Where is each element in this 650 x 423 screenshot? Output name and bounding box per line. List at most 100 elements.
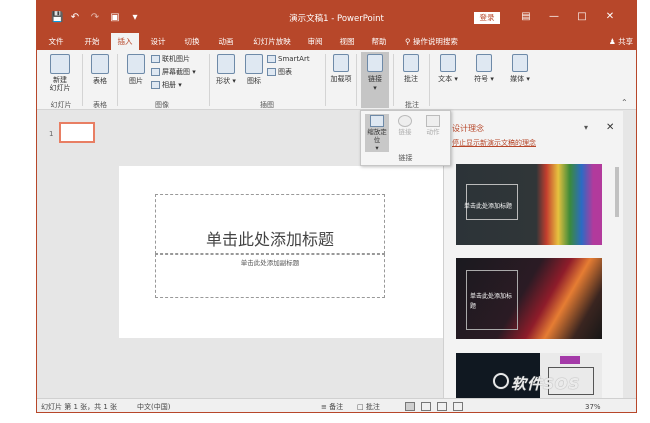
stop-ideas-link[interactable]: 停止显示新演示文稿的理念 <box>452 138 536 148</box>
table-label: 表格 <box>93 77 107 85</box>
group-images-label: 图像 <box>155 101 169 109</box>
media-button[interactable]: 媒体 ▾ <box>507 54 533 84</box>
tell-me-label: 操作说明搜索 <box>412 37 458 46</box>
slide-count: 幻灯片 第 1 张，共 1 张 <box>41 403 118 411</box>
text-button[interactable]: 文本 ▾ <box>435 54 461 84</box>
link-icon <box>367 54 383 72</box>
media-label: 媒体 <box>510 75 525 83</box>
subtitle-placeholder[interactable]: 单击此处添加副标题 <box>155 254 385 298</box>
design-idea-2[interactable]: 单击此处添加标 题 <box>456 258 602 339</box>
link-label: 链接 <box>368 75 382 83</box>
tab-view[interactable]: 视图 <box>335 33 359 50</box>
speaker-icon <box>512 54 528 72</box>
tab-slideshow[interactable]: 幻灯片放映 <box>249 33 295 50</box>
notes-label: 备注 <box>329 403 344 411</box>
picture-icon <box>127 54 145 74</box>
watermark-text: 软件SOS <box>511 375 581 393</box>
minimize-icon[interactable]: — <box>547 10 561 24</box>
share-button[interactable]: ♟ 共享 <box>609 33 633 50</box>
ribbon-display-icon[interactable]: ▤ <box>519 10 533 24</box>
action-label: 动作 <box>426 128 440 136</box>
tab-help[interactable]: 帮助 <box>367 33 391 50</box>
close-icon[interactable]: ✕ <box>603 10 617 24</box>
scrollbar-thumb[interactable] <box>615 167 619 217</box>
slide-canvas[interactable]: 单击此处添加标题 单击此处添加副标题 <box>119 166 445 338</box>
new-slide-icon <box>50 54 70 74</box>
link-button[interactable]: 链接 ▾ <box>361 52 389 108</box>
icons-button[interactable]: 图标 <box>243 54 265 86</box>
icons-label: 图标 <box>247 77 261 85</box>
hyperlink-label: 链接 <box>398 128 412 136</box>
reading-view-icon[interactable] <box>437 402 447 411</box>
insert-ribbon: 新建 幻灯片 幻灯片 表格 表格 图片 联机图片 屏幕截图 ▾ 相册 ▾ 图像 … <box>37 50 636 110</box>
zoom-button[interactable]: 缩放定位 ▾ <box>365 114 389 152</box>
ribbon-tabs: 文件 开始 插入 设计 切换 动画 幻灯片放映 审阅 视图 帮助 ⚲ 操作说明搜… <box>37 33 636 50</box>
design-ideas-scrollbar[interactable] <box>614 151 620 391</box>
group-slides-label: 幻灯片 <box>50 101 72 109</box>
lightbulb-icon: ⚲ <box>405 37 411 46</box>
tab-transitions[interactable]: 切换 <box>179 33 205 50</box>
powerpoint-window: 💾 ↶ ↷ ▣ ▾ 演示文稿1 - PowerPoint 登录 ▤ — □ ✕ … <box>36 0 637 413</box>
addins-button[interactable]: 加载项 <box>329 54 353 84</box>
divider <box>82 54 83 106</box>
subtitle-placeholder-text: 单击此处添加副标题 <box>240 259 300 267</box>
table-icon <box>91 54 109 74</box>
album-button[interactable]: 相册 ▾ <box>151 80 182 90</box>
online-picture-button[interactable]: 联机图片 <box>151 54 190 64</box>
design-accent-bar <box>560 356 580 364</box>
slide-sorter-icon[interactable] <box>421 402 431 411</box>
comment-label: 批注 <box>404 75 418 83</box>
icons-icon <box>245 54 263 74</box>
divider <box>429 54 430 106</box>
maximize-icon[interactable]: □ <box>575 10 589 24</box>
shapes-label: 形状 <box>216 77 231 85</box>
tab-review[interactable]: 审阅 <box>303 33 327 50</box>
album-label: 相册 <box>162 81 176 89</box>
hyperlink-button[interactable]: 链接 <box>393 114 417 152</box>
language-indicator[interactable]: 中文(中国) <box>137 402 170 412</box>
tab-file[interactable]: 文件 <box>43 33 69 50</box>
comments-button[interactable]: □ 批注 <box>357 402 380 412</box>
tell-me-search[interactable]: ⚲ 操作说明搜索 <box>405 33 458 50</box>
tab-insert[interactable]: 插入 <box>111 33 139 50</box>
smartart-label: SmartArt <box>278 55 310 63</box>
new-slide-button[interactable]: 新建 幻灯片 <box>43 54 77 92</box>
symbol-button[interactable]: 符号 ▾ <box>471 54 497 84</box>
slideshow-icon[interactable] <box>453 402 463 411</box>
action-button[interactable]: 动作 <box>421 114 445 152</box>
tab-animations[interactable]: 动画 <box>213 33 239 50</box>
design-ideas-title: 设计理念 <box>452 124 484 133</box>
slide-thumbnail[interactable] <box>59 122 95 143</box>
notes-button[interactable]: ≡ 备注 <box>321 402 343 412</box>
picture-button[interactable]: 图片 <box>123 54 149 86</box>
shapes-button[interactable]: 形状 ▾ <box>213 54 239 86</box>
shapes-icon <box>217 54 235 74</box>
title-placeholder[interactable]: 单击此处添加标题 <box>155 194 385 254</box>
normal-view-icon[interactable] <box>405 402 415 411</box>
title-bar: 💾 ↶ ↷ ▣ ▾ 演示文稿1 - PowerPoint 登录 ▤ — □ ✕ <box>37 1 636 33</box>
title-placeholder-text: 单击此处添加标题 <box>205 230 334 249</box>
design-idea-1[interactable]: 单击此处添加标题 <box>456 164 602 245</box>
smartart-button[interactable]: SmartArt <box>267 54 310 64</box>
screenshot-icon <box>151 68 160 76</box>
tab-home[interactable]: 开始 <box>79 33 105 50</box>
tab-design[interactable]: 设计 <box>145 33 171 50</box>
comment-icon <box>403 54 419 72</box>
online-picture-label: 联机图片 <box>162 55 190 63</box>
zoom-level[interactable]: 37% <box>585 402 601 412</box>
globe-icon <box>398 115 412 127</box>
share-label: 共享 <box>618 37 634 46</box>
group-tables-label: 表格 <box>93 101 107 109</box>
collapse-ribbon-icon[interactable]: ⌃ <box>621 98 628 107</box>
screenshot-button[interactable]: 屏幕截图 ▾ <box>151 67 196 77</box>
divider <box>393 54 394 106</box>
pane-options-icon[interactable]: ▾ <box>584 123 588 132</box>
login-button[interactable]: 登录 <box>474 12 500 24</box>
addins-label: 加载项 <box>330 75 352 83</box>
table-button[interactable]: 表格 <box>87 54 113 86</box>
chart-button[interactable]: 图表 <box>267 67 292 77</box>
comment-button[interactable]: 批注 <box>399 54 423 84</box>
zoom-label: 缩放定位 <box>367 128 387 144</box>
close-pane-icon[interactable]: ✕ <box>606 122 614 133</box>
addins-icon <box>333 54 349 72</box>
